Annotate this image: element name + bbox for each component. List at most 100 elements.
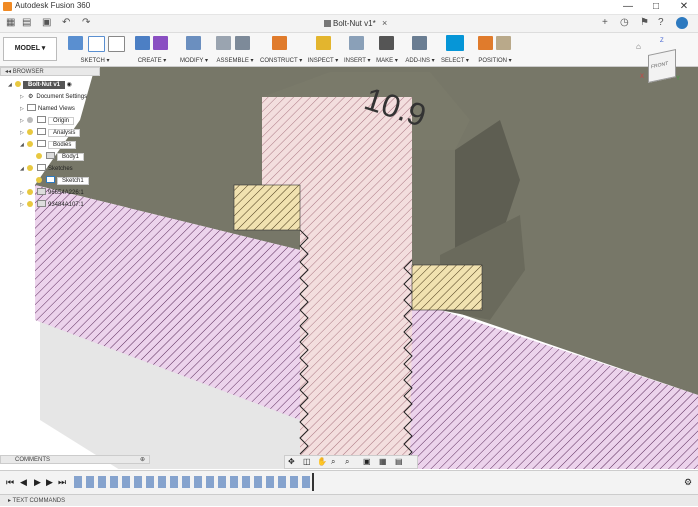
create-group[interactable]: CREATE ▾ bbox=[132, 33, 172, 66]
step-back-icon[interactable]: ◀ bbox=[20, 477, 27, 488]
pan-icon[interactable]: ✋ bbox=[317, 457, 327, 466]
visibility-bulb-icon[interactable] bbox=[27, 201, 33, 207]
expand-icon[interactable]: ◢ bbox=[8, 80, 13, 90]
tree-item-93484a107[interactable]: ▷ 93484A107:1 bbox=[20, 200, 84, 210]
expand-icon[interactable]: ◢ bbox=[20, 140, 25, 150]
expand-icon[interactable]: ▷ bbox=[20, 188, 25, 198]
workspace-switcher[interactable]: MODEL ▾ bbox=[3, 37, 57, 61]
assemble-group[interactable]: ASSEMBLE ▾ bbox=[214, 33, 256, 66]
new-tab-icon[interactable]: + bbox=[602, 17, 608, 28]
text-commands-bar[interactable]: ▸ TEXT COMMANDS bbox=[0, 494, 698, 506]
close-tab-icon[interactable]: × bbox=[382, 18, 387, 28]
view-cube-box[interactable]: FRONT bbox=[648, 49, 676, 83]
tree-item-sketches[interactable]: ◢ Sketches bbox=[20, 164, 73, 174]
sketch-icon[interactable] bbox=[68, 36, 83, 50]
tree-item-bodies[interactable]: ◢ Bodies bbox=[20, 140, 77, 150]
close-button[interactable]: ✕ bbox=[670, 0, 698, 14]
undo-icon[interactable]: ↶ bbox=[62, 17, 70, 28]
tree-item-origin[interactable]: ▷ Origin bbox=[20, 116, 75, 126]
tree-root[interactable]: ◢ Bolt-Nut v1 ◉ bbox=[8, 80, 72, 90]
go-to-start-icon[interactable]: ⏮ bbox=[6, 477, 14, 488]
modify-group[interactable]: MODIFY ▾ bbox=[176, 33, 212, 66]
timeline-settings-icon[interactable]: ⚙ bbox=[684, 477, 692, 488]
insert-group[interactable]: INSERT ▾ bbox=[344, 33, 370, 66]
grid-settings-icon[interactable]: ▦ bbox=[379, 457, 387, 466]
zoom-icon[interactable]: ⌕ bbox=[331, 457, 335, 467]
tree-item-analysis[interactable]: ▷ Analysis bbox=[20, 128, 81, 138]
tree-item-label: Sketches bbox=[48, 166, 73, 172]
visibility-bulb-icon[interactable] bbox=[36, 177, 42, 183]
timeline-marker[interactable] bbox=[312, 473, 314, 491]
line-icon[interactable] bbox=[88, 36, 105, 52]
expand-icon[interactable]: ▷ bbox=[20, 200, 25, 210]
make-group[interactable]: MAKE ▾ bbox=[374, 33, 400, 66]
browser-header[interactable]: ◂◂ BROWSER bbox=[0, 67, 100, 76]
activate-radio-icon[interactable]: ◉ bbox=[67, 82, 72, 88]
tree-item-named-views[interactable]: ▷ Named Views bbox=[20, 104, 75, 114]
3d-print-icon[interactable] bbox=[379, 36, 394, 50]
expand-icon[interactable]: ◢ bbox=[20, 164, 25, 174]
redo-icon[interactable]: ↷ bbox=[82, 17, 90, 28]
construct-group[interactable]: CONSTRUCT ▾ bbox=[260, 33, 302, 66]
fit-icon[interactable]: ⌕ bbox=[345, 457, 349, 467]
visibility-bulb-icon[interactable] bbox=[27, 189, 33, 195]
expand-icon[interactable]: ▷ bbox=[20, 116, 25, 126]
play-icon[interactable]: ▶ bbox=[34, 477, 41, 488]
tree-item-body1[interactable]: Body1 bbox=[34, 152, 85, 162]
save-icon[interactable]: ▣ bbox=[42, 17, 51, 28]
tree-item-sketch1[interactable]: Sketch1 bbox=[34, 176, 89, 186]
add-ins-group[interactable]: ADD-INS ▾ bbox=[404, 33, 436, 66]
form-icon[interactable] bbox=[153, 36, 168, 50]
select-group[interactable]: SELECT ▾ bbox=[440, 33, 470, 66]
measure-icon[interactable] bbox=[316, 36, 331, 50]
view-cube-front[interactable]: FRONT bbox=[651, 61, 668, 71]
viewports-icon[interactable]: ▤ bbox=[395, 457, 403, 466]
tree-item-document-settings[interactable]: ▷ ⚙ Document Settings bbox=[20, 92, 87, 102]
extensions-icon[interactable]: ⚑ bbox=[640, 17, 649, 28]
add-comment-icon[interactable]: ⊕ bbox=[140, 456, 145, 465]
expand-icon[interactable]: ▷ bbox=[20, 92, 25, 102]
capture-position-icon[interactable] bbox=[478, 36, 493, 50]
orbit-icon[interactable]: ✥ bbox=[288, 457, 295, 466]
view-cube[interactable]: ⌂ FRONT X Y Z bbox=[636, 38, 682, 86]
help-icon[interactable]: ? bbox=[658, 17, 664, 28]
minimize-button[interactable]: — bbox=[614, 0, 642, 14]
scripts-icon[interactable] bbox=[412, 36, 427, 50]
tree-item-96654a226[interactable]: ▷ 96654A226:1 bbox=[20, 188, 84, 198]
avatar[interactable] bbox=[676, 17, 688, 29]
rectangle-icon[interactable] bbox=[108, 36, 125, 52]
grid-menu-icon[interactable]: ▦ bbox=[6, 17, 15, 28]
step-forward-icon[interactable]: ▶ bbox=[46, 477, 53, 488]
expand-icon[interactable]: ▷ bbox=[20, 128, 25, 138]
look-at-icon[interactable]: ◫ bbox=[303, 457, 311, 466]
display-settings-icon[interactable]: ▣ bbox=[363, 457, 371, 466]
expand-icon[interactable]: ▷ bbox=[20, 104, 25, 114]
maximize-button[interactable]: □ bbox=[642, 0, 670, 14]
inspect-group[interactable]: INSPECT ▾ bbox=[306, 33, 340, 66]
visibility-bulb-icon[interactable] bbox=[27, 141, 33, 147]
job-status-icon[interactable]: ◷ bbox=[620, 17, 629, 28]
offset-plane-icon[interactable] bbox=[272, 36, 287, 50]
joint-icon[interactable] bbox=[235, 36, 250, 50]
visibility-bulb-icon[interactable] bbox=[36, 153, 42, 159]
timeline-features[interactable] bbox=[74, 476, 314, 488]
extrude-icon[interactable] bbox=[135, 36, 150, 50]
insert-image-icon[interactable] bbox=[349, 36, 364, 50]
new-component-icon[interactable] bbox=[216, 36, 231, 50]
position-group[interactable]: POSITION ▾ bbox=[474, 33, 516, 66]
file-icon[interactable]: ▤ bbox=[22, 17, 31, 28]
go-to-end-icon[interactable]: ⏭ bbox=[58, 477, 66, 488]
visibility-bulb-icon[interactable] bbox=[15, 81, 21, 87]
select-arrow-icon[interactable] bbox=[446, 35, 464, 51]
sketch-group[interactable]: SKETCH ▾ bbox=[62, 33, 128, 66]
canvas-viewport[interactable]: 10.9 bbox=[0, 67, 698, 469]
visibility-bulb-icon[interactable] bbox=[27, 117, 33, 123]
visibility-bulb-icon[interactable] bbox=[27, 165, 33, 171]
collapse-browser-icon[interactable]: ◂◂ bbox=[5, 69, 13, 75]
comments-panel[interactable]: COMMENTS ⊕ bbox=[0, 455, 150, 464]
revert-position-icon[interactable] bbox=[496, 36, 511, 50]
press-pull-icon[interactable] bbox=[186, 36, 201, 50]
visibility-bulb-icon[interactable] bbox=[27, 129, 33, 135]
document-tab[interactable]: Bolt-Nut v1* bbox=[318, 17, 382, 30]
view-cube-home-icon[interactable]: ⌂ bbox=[636, 42, 641, 51]
